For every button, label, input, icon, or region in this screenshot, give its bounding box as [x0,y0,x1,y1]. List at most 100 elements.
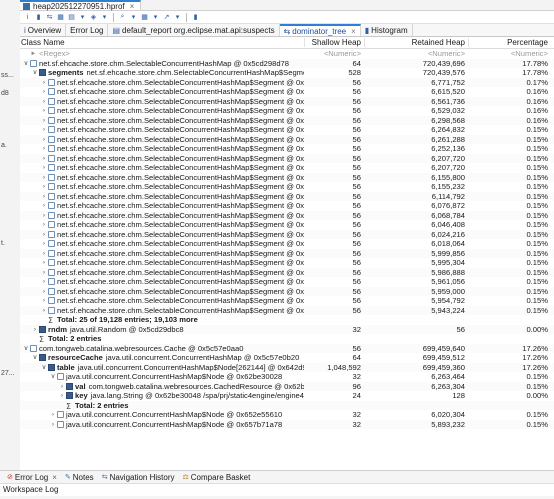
query-icon[interactable]: ▦ [56,13,65,22]
chevron-down-icon[interactable]: ▾ [151,13,160,22]
chevron-right-icon[interactable]: › [40,277,48,287]
chevron-right-icon[interactable]: › [40,239,48,249]
tab-compare-basket[interactable]: ⚖ Compare Basket [178,473,254,482]
tab-dominator-tree[interactable]: ⇆ dominator_tree × [279,24,361,36]
table-row[interactable]: › net.sf.ehcache.store.chm.SelectableConc… [20,106,554,116]
chevron-right-icon[interactable]: › [40,182,48,192]
chevron-right-icon[interactable]: › [40,192,48,202]
export-icon[interactable]: ↗ [162,13,171,22]
chevron-right-icon[interactable]: › [40,97,48,107]
tab-overview[interactable]: i Overview [20,24,67,36]
table-row[interactable]: › net.sf.ehcache.store.chm.SelectableConc… [20,220,554,230]
chevron-down-icon[interactable]: ∨ [31,353,39,363]
editor-tab-heap[interactable]: heap202512270951.hprof × [20,0,142,11]
table-row[interactable]: › rndm java.util.Random @ 0x5cd29dbc8 32 56 0… [20,324,554,335]
chevron-down-icon[interactable]: ▾ [78,13,87,22]
chevron-right-icon[interactable]: › [40,106,48,116]
tab-navigation-history[interactable]: ⇆ Navigation History [98,473,179,482]
chevron-right-icon[interactable]: › [40,173,48,183]
chevron-right-icon[interactable]: › [40,306,48,316]
table-row[interactable]: › net.sf.ehcache.store.chm.SelectableConc… [20,277,554,287]
chevron-right-icon[interactable]: › [40,125,48,135]
table-row[interactable]: Σ Total: 25 of 19,128 entries; 19,103 mor… [20,315,554,325]
table-row[interactable]: ⯈ <Regex> <Numeric> <Numeric> <Numeric> [20,49,554,59]
table-row[interactable]: › net.sf.ehcache.store.chm.SelectableConc… [20,77,554,88]
close-icon[interactable]: × [52,473,57,482]
table-row[interactable]: › net.sf.ehcache.store.chm.SelectableConc… [20,296,554,306]
table-row[interactable]: › java.util.concurrent.ConcurrentHashMap$… [20,419,554,430]
histogram-icon[interactable]: ▮ [191,13,200,22]
table-row[interactable]: › net.sf.ehcache.store.chm.SelectableConc… [20,305,554,316]
table-row[interactable]: ∨ java.util.concurrent.ConcurrentHashMap$… [20,372,554,382]
chevron-right-icon[interactable]: › [58,382,66,392]
chevron-right-icon[interactable]: › [40,154,48,164]
chevron-down-icon[interactable]: ∨ [49,372,57,382]
chevron-right-icon[interactable]: › [40,78,48,88]
oql-icon[interactable]: ▤ [67,13,76,22]
table-row[interactable]: ∨ net.sf.ehcache.store.chm.SelectableConc… [20,58,554,68]
table-row[interactable]: › net.sf.ehcache.store.chm.SelectableConc… [20,248,554,259]
chevron-right-icon[interactable]: › [40,287,48,297]
group-icon[interactable]: ▦ [140,13,149,22]
table-row[interactable]: › net.sf.ehcache.store.chm.SelectableConc… [20,258,554,268]
tab-error-log-view[interactable]: ⊘ Error Log × [3,473,61,482]
table-row[interactable]: › net.sf.ehcache.store.chm.SelectableConc… [20,144,554,154]
chevron-right-icon[interactable]: › [40,87,48,97]
table-row[interactable]: › net.sf.ehcache.store.chm.SelectableConc… [20,210,554,221]
table-row[interactable]: Σ Total: 2 entries [20,334,554,344]
table-row[interactable]: ∨ com.tongweb.catalina.webresources.Cache… [20,343,554,354]
close-icon[interactable]: × [130,2,135,11]
tab-notes[interactable]: ✎ Notes [61,473,98,482]
close-icon[interactable]: × [351,27,356,36]
table-row[interactable]: › net.sf.ehcache.store.chm.SelectableConc… [20,96,554,107]
table-row[interactable]: › net.sf.ehcache.store.chm.SelectableConc… [20,201,554,211]
report-icon[interactable]: ◈ [89,13,98,22]
chevron-right-icon[interactable]: › [40,258,48,268]
chevron-right-icon[interactable]: › [40,135,48,145]
chevron-right-icon[interactable]: › [40,116,48,126]
chevron-right-icon[interactable]: › [40,163,48,173]
table-row[interactable]: › net.sf.ehcache.store.chm.SelectableConc… [20,115,554,126]
tab-histogram[interactable]: ▮ Histogram [361,24,413,36]
table-row[interactable]: › net.sf.ehcache.store.chm.SelectableConc… [20,229,554,240]
chevron-right-icon[interactable]: › [40,211,48,221]
chevron-right-icon[interactable]: › [49,420,57,430]
table-row[interactable]: ∨ segments net.sf.ehcache.store.chm.Select… [20,68,554,78]
info-icon[interactable]: i [23,13,32,22]
table-row[interactable]: › key java.lang.String @ 0x62be30048 /spa/… [20,391,554,401]
chevron-down-icon[interactable]: ∨ [22,344,30,354]
table-row[interactable]: ∨ table java.util.concurrent.ConcurrentHas… [20,362,554,373]
chevron-down-icon[interactable]: ∨ [40,363,48,373]
chevron-right-icon[interactable]: › [40,296,48,306]
column-header-class-name[interactable]: Class Name [20,38,304,47]
chevron-right-icon[interactable]: › [40,249,48,259]
dominator-icon[interactable]: ⇆ [45,13,54,22]
table-row[interactable]: ∨ resourceCache java.util.concurrent.Concu… [20,353,554,363]
table-row[interactable]: › net.sf.ehcache.store.chm.SelectableConc… [20,134,554,145]
chevron-right-icon[interactable]: › [40,201,48,211]
chevron-right-icon[interactable]: › [58,391,66,401]
chevron-right-icon[interactable]: › [49,410,57,420]
column-header-percentage[interactable]: Percentage [468,38,552,47]
table-row[interactable]: Σ Total: 2 entries [20,400,554,410]
chevron-down-icon[interactable]: ▾ [173,13,182,22]
table-row[interactable]: › net.sf.ehcache.store.chm.SelectableConc… [20,239,554,249]
tab-default-report[interactable]: ▤ default_report org.eclipse.mat.api:sus… [108,24,280,36]
chevron-right-icon[interactable]: › [31,325,39,335]
table-row[interactable]: › net.sf.ehcache.store.chm.SelectableConc… [20,172,554,183]
tab-error-log[interactable]: Error Log [66,24,109,36]
column-header-shallow-heap[interactable]: Shallow Heap [304,38,364,47]
table-row[interactable]: › net.sf.ehcache.store.chm.SelectableConc… [20,286,554,297]
table-row[interactable]: › net.sf.ehcache.store.chm.SelectableConc… [20,125,554,135]
chevron-down-icon[interactable]: ▾ [129,13,138,22]
chevron-right-icon[interactable]: › [40,268,48,278]
chevron-down-icon[interactable]: ∨ [31,68,39,78]
table-row[interactable]: › net.sf.ehcache.store.chm.SelectableConc… [20,191,554,202]
table-row[interactable]: › java.util.concurrent.ConcurrentHashMap$… [20,410,554,420]
chevron-right-icon[interactable]: › [40,230,48,240]
table-row[interactable]: › net.sf.ehcache.store.chm.SelectableConc… [20,87,554,97]
column-header-retained-heap[interactable]: Retained Heap [364,38,468,47]
table-row[interactable]: › net.sf.ehcache.store.chm.SelectableConc… [20,163,554,173]
table-row[interactable]: › net.sf.ehcache.store.chm.SelectableConc… [20,182,554,192]
histogram-icon[interactable]: ▮ [34,13,43,22]
